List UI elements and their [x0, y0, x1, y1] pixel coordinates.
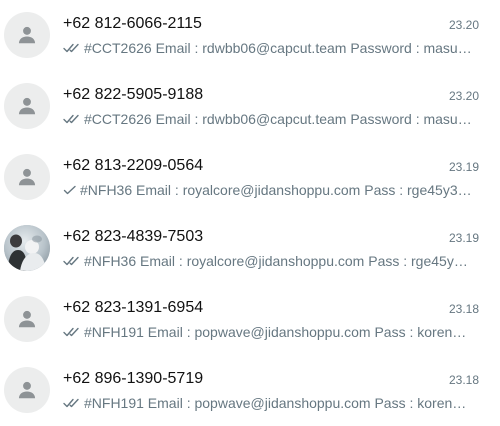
- default-person-icon: [18, 97, 36, 115]
- double-check-icon: [63, 255, 81, 267]
- avatar[interactable]: [4, 83, 50, 129]
- last-message-text: #NFH36 Email : royalcore@jidanshoppu.com…: [80, 182, 473, 198]
- default-person-icon: [18, 381, 36, 399]
- chat-preview: #CCT2626 Email : rdwbb06@capcut.team Pas…: [63, 109, 473, 129]
- chat-time: 23.19: [448, 231, 479, 245]
- chat-name: +62 896-1390-5719: [63, 370, 204, 387]
- double-check-icon: [63, 397, 81, 409]
- avatar[interactable]: [4, 296, 50, 342]
- chat-row[interactable]: +62 812-6066-2115 23.20 #CCT2626 Email :…: [0, 0, 500, 71]
- avatar[interactable]: [4, 367, 50, 413]
- chat-name: +62 823-4839-7503: [63, 228, 204, 245]
- avatar[interactable]: [4, 154, 50, 200]
- chat-row[interactable]: +62 896-1390-5719 23.18 #NFH191 Email : …: [0, 355, 500, 426]
- double-check-icon: [63, 326, 81, 338]
- chat-preview: #NFH191 Email : popwave@jidanshoppu.com …: [63, 393, 473, 413]
- chat-preview: #NFH36 Email : royalcore@jidanshoppu.com…: [63, 180, 473, 200]
- double-check-icon: [63, 113, 81, 125]
- chat-name: +62 823-1391-6954: [63, 299, 204, 316]
- last-message-text: #CCT2626 Email : rdwbb06@capcut.team Pas…: [84, 40, 473, 56]
- chat-preview: #NFH191 Email : popwave@jidanshoppu.com …: [63, 322, 473, 342]
- chat-row[interactable]: +62 823-4839-7503 23.19 #NFH36 Email : r…: [0, 213, 500, 284]
- chat-time: 23.18: [448, 373, 479, 387]
- chat-name: +62 813-2209-0564: [63, 157, 204, 174]
- profile-photo: [4, 225, 50, 271]
- chat-time: 23.20: [448, 18, 479, 32]
- default-person-icon: [18, 168, 36, 186]
- chat-row[interactable]: +62 822-5905-9188 23.20 #CCT2626 Email :…: [0, 71, 500, 142]
- chat-time: 23.20: [448, 89, 479, 103]
- chat-name: +62 812-6066-2115: [63, 15, 202, 32]
- last-message-text: #CCT2626 Email : rdwbb06@capcut.team Pas…: [84, 111, 473, 127]
- chat-list: +62 812-6066-2115 23.20 #CCT2626 Email :…: [0, 0, 500, 417]
- last-message-text: #NFH36 Email : royalcore@jidanshoppu.com…: [84, 253, 473, 269]
- chat-preview: #NFH36 Email : royalcore@jidanshoppu.com…: [63, 251, 473, 271]
- chat-time: 23.19: [448, 160, 479, 174]
- chat-time: 23.18: [448, 302, 479, 316]
- avatar[interactable]: [4, 225, 50, 271]
- avatar[interactable]: [4, 12, 50, 58]
- double-check-icon: [63, 42, 81, 54]
- chat-name: +62 822-5905-9188: [63, 86, 204, 103]
- chat-preview: #CCT2626 Email : rdwbb06@capcut.team Pas…: [63, 38, 473, 58]
- single-check-icon: [63, 184, 77, 196]
- default-person-icon: [18, 26, 36, 44]
- last-message-text: #NFH191 Email : popwave@jidanshoppu.com …: [84, 324, 473, 340]
- last-message-text: #NFH191 Email : popwave@jidanshoppu.com …: [84, 395, 473, 411]
- chat-row[interactable]: +62 823-1391-6954 23.18 #NFH191 Email : …: [0, 284, 500, 355]
- chat-row[interactable]: +62 813-2209-0564 23.19 #NFH36 Email : r…: [0, 142, 500, 213]
- default-person-icon: [18, 310, 36, 328]
